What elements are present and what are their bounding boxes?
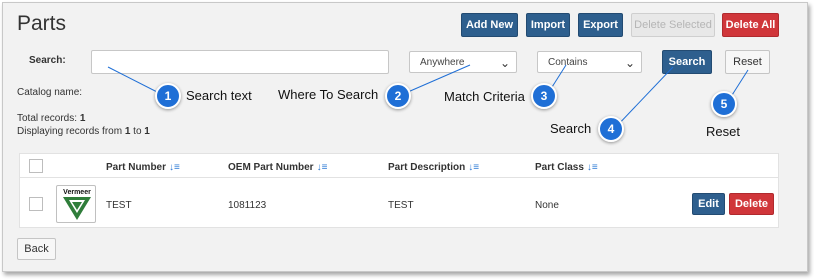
column-label: Part Class: [535, 162, 584, 173]
part-thumbnail[interactable]: Vermeer: [56, 185, 96, 223]
delete-all-button[interactable]: Delete All: [722, 13, 779, 37]
row-checkbox[interactable]: [29, 197, 43, 211]
sort-icon[interactable]: ↓≡: [587, 162, 598, 173]
sort-icon[interactable]: ↓≡: [169, 162, 180, 173]
callout-badge-4: 4: [598, 116, 624, 142]
column-label: Part Number: [106, 162, 167, 173]
where-to-search-value: Anywhere: [420, 56, 465, 68]
edit-button[interactable]: Edit: [692, 193, 725, 215]
column-header-part-description[interactable]: Part Description ↓≡: [388, 162, 479, 173]
column-label: OEM Part Number: [228, 162, 314, 173]
back-button[interactable]: Back: [17, 238, 56, 260]
total-records: Total records: 1: [17, 113, 85, 124]
total-records-label: Total records:: [17, 113, 78, 124]
vermeer-logo-icon: Vermeer: [63, 189, 91, 220]
cell-part-number: TEST: [106, 200, 132, 211]
displaying-records: Displaying records from 1 to 1: [17, 126, 150, 137]
cell-oem-part-number: 1081123: [228, 200, 267, 211]
import-button[interactable]: Import: [526, 13, 570, 37]
catalog-name-label: Catalog name:: [17, 87, 83, 98]
callout-text-3: Match Criteria: [444, 89, 525, 104]
callout-text-4: Search: [550, 121, 592, 136]
sort-icon[interactable]: ↓≡: [468, 162, 479, 173]
match-criteria-select[interactable]: Contains ⌄: [537, 51, 642, 73]
column-label: Part Description: [388, 162, 466, 173]
reset-button[interactable]: Reset: [725, 50, 770, 74]
displaying-prefix: Displaying records from: [17, 126, 123, 137]
where-to-search-select[interactable]: Anywhere ⌄: [409, 51, 517, 73]
callout-badge-2: 2: [385, 83, 411, 109]
select-all-checkbox[interactable]: [29, 159, 43, 173]
delete-selected-button[interactable]: Delete Selected: [631, 13, 715, 37]
callout-text-2: Where To Search: [278, 87, 379, 102]
displaying-to: 1: [144, 126, 150, 137]
chevron-down-icon: ⌄: [499, 56, 510, 70]
column-header-oem-part-number[interactable]: OEM Part Number ↓≡: [228, 162, 327, 173]
column-header-part-number[interactable]: Part Number ↓≡: [106, 162, 180, 173]
cell-part-description: TEST: [388, 200, 414, 211]
callout-text-1: Search text: [186, 88, 252, 103]
logo-text: Vermeer: [63, 189, 91, 196]
displaying-to-word: to: [133, 126, 142, 137]
add-new-button[interactable]: Add New: [461, 13, 518, 37]
chevron-down-icon: ⌄: [624, 56, 635, 70]
cell-part-class: None: [535, 200, 559, 211]
total-records-value: 1: [79, 113, 86, 124]
search-button[interactable]: Search: [662, 50, 712, 74]
parts-table: Part Number ↓≡ OEM Part Number ↓≡ Part Des…: [19, 153, 779, 228]
callout-badge-5: 5: [711, 91, 737, 117]
sort-icon[interactable]: ↓≡: [317, 162, 328, 173]
export-button[interactable]: Export: [578, 13, 623, 37]
callout-text-5: Reset: [706, 124, 740, 139]
displaying-from: 1: [124, 126, 131, 137]
delete-button[interactable]: Delete: [729, 193, 774, 215]
column-header-part-class[interactable]: Part Class ↓≡: [535, 162, 598, 173]
match-criteria-value: Contains: [548, 56, 588, 68]
page-frame: Parts Add New Import Export Delete Selec…: [2, 2, 808, 272]
callout-badge-3: 3: [531, 83, 557, 109]
callout-badge-1: 1: [155, 83, 181, 109]
callout-connectors: [107, 64, 749, 130]
search-label: Search:: [29, 55, 66, 66]
page-title: Parts: [17, 12, 67, 35]
search-input[interactable]: [91, 50, 389, 74]
